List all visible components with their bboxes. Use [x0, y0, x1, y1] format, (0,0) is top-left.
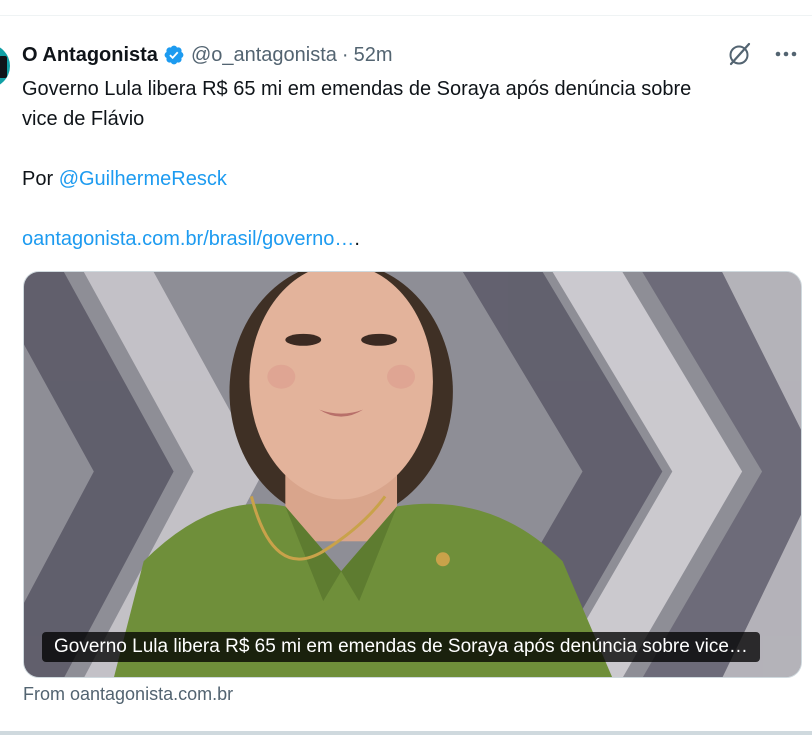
author-handle[interactable]: @o_antagonista	[191, 44, 337, 67]
grok-icon[interactable]	[726, 40, 754, 68]
link-card[interactable]: Governo Lula libera R$ 65 mi em emendas …	[23, 271, 802, 678]
author-mention-link[interactable]: @GuilhermeResck	[59, 168, 227, 190]
avatar-logo-mark	[0, 56, 7, 78]
card-photo	[24, 272, 801, 677]
tweet-text-line-1: Governo Lula libera R$ 65 mi em emendas …	[22, 78, 692, 100]
timestamp[interactable]: 52m	[354, 44, 393, 67]
article-link-line: oantagonista.com.br/brasil/governo….	[22, 224, 802, 254]
verified-badge-icon	[164, 45, 184, 65]
top-divider	[0, 15, 812, 16]
avatar[interactable]	[0, 44, 10, 88]
tweet-text: Governo Lula libera R$ 65 mi em emendas …	[22, 74, 802, 254]
bottom-divider	[0, 731, 812, 735]
more-icon[interactable]	[772, 40, 800, 68]
byline: Por @GuilhermeResck	[22, 164, 802, 194]
link-tail: .	[354, 228, 360, 250]
card-caption: Governo Lula libera R$ 65 mi em emendas …	[42, 632, 760, 662]
card-source[interactable]: From oantagonista.com.br	[23, 684, 233, 705]
tweet-text-line-2: vice de Flávio	[22, 108, 145, 130]
tweet-header: O Antagonista @o_antagonista · 52m	[22, 40, 392, 70]
separator-dot: ·	[341, 43, 349, 66]
article-link[interactable]: oantagonista.com.br/brasil/governo…	[22, 228, 354, 250]
author-name[interactable]: O Antagonista	[22, 44, 158, 67]
tweet-actions	[726, 40, 800, 68]
byline-label: Por	[22, 168, 54, 190]
